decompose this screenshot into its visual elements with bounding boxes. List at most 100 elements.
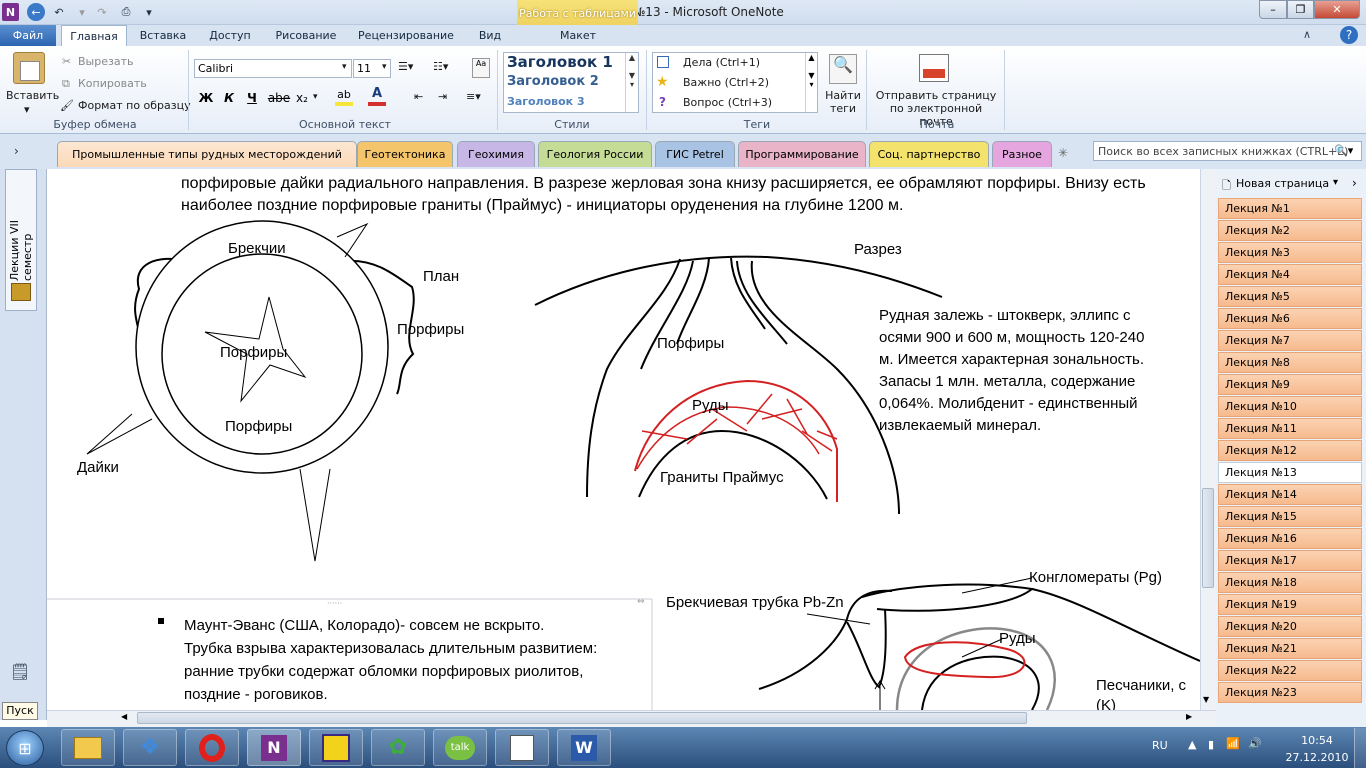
- page-canvas[interactable]: порфировые дайки радиального направления…: [47, 169, 1200, 710]
- page-item[interactable]: Лекция №20: [1218, 616, 1362, 637]
- page-item[interactable]: Лекция №17: [1218, 550, 1362, 571]
- paste-button[interactable]: Вставить: [6, 89, 59, 102]
- tab-review[interactable]: Рецензирование: [350, 25, 462, 46]
- battery-icon[interactable]: ▮: [1208, 738, 1214, 751]
- close-button[interactable]: ✕: [1314, 0, 1360, 19]
- tab-file[interactable]: Файл: [0, 25, 56, 46]
- underline-button[interactable]: Ч: [242, 89, 262, 107]
- dropbox-taskbar-icon[interactable]: ❖: [123, 729, 177, 766]
- label-porfiry-center[interactable]: Порфиры: [220, 344, 287, 361]
- talk-taskbar-icon[interactable]: talk: [433, 729, 487, 766]
- subscript-dropdown-icon[interactable]: ▾: [313, 92, 318, 102]
- section-tab-geotectonics[interactable]: Геотектоника: [357, 141, 453, 167]
- paste-icon[interactable]: [13, 52, 45, 84]
- strikethrough-button[interactable]: abe: [266, 89, 292, 107]
- font-color-icon[interactable]: A: [368, 86, 386, 106]
- find-tags-button[interactable]: Найти теги: [824, 89, 862, 115]
- minimize-button[interactable]: –: [1259, 0, 1287, 19]
- section-tab-ore-deposits[interactable]: Промышленные типы рудных месторождений: [57, 141, 357, 167]
- page-item[interactable]: Лекция №11: [1218, 418, 1362, 439]
- tab-home[interactable]: Главная: [61, 25, 127, 46]
- page-item[interactable]: Лекция №19: [1218, 594, 1362, 615]
- new-section-icon[interactable]: ✳: [1058, 146, 1068, 160]
- label-peschaniki[interactable]: Песчаники, с: [1096, 677, 1186, 694]
- page-item[interactable]: Лекция №21: [1218, 638, 1362, 659]
- page-item[interactable]: Лекция №1: [1218, 198, 1362, 219]
- collapse-pages-icon[interactable]: ›: [1352, 176, 1357, 190]
- volume-icon[interactable]: 🔊: [1248, 737, 1262, 750]
- word-taskbar-icon[interactable]: W: [557, 729, 611, 766]
- vertical-scroll-thumb[interactable]: [1202, 488, 1214, 588]
- page-item[interactable]: Лекция №4: [1218, 264, 1362, 285]
- copy-button[interactable]: Копировать: [78, 77, 147, 90]
- app-taskbar-icon[interactable]: [309, 729, 363, 766]
- label-brekchii[interactable]: Брекчии: [228, 240, 286, 257]
- start-button[interactable]: ⊞: [6, 730, 44, 766]
- page-item[interactable]: Лекция №14: [1218, 484, 1362, 505]
- tab-view[interactable]: Вид: [465, 25, 515, 46]
- style-heading-3[interactable]: Заголовок 3: [507, 95, 585, 108]
- font-size-dropdown-icon[interactable]: ▾: [382, 62, 387, 72]
- description-block[interactable]: Рудная залежь - штокверк, эллипс с осями…: [879, 305, 1189, 437]
- bold-button[interactable]: Ж: [196, 89, 216, 107]
- label-porfiry-bottom[interactable]: Порфиры: [225, 418, 292, 435]
- label-k[interactable]: (K): [1096, 697, 1116, 710]
- page-item[interactable]: Лекция №16: [1218, 528, 1362, 549]
- label-rudy-2[interactable]: Руды: [999, 630, 1036, 647]
- tray-expand-icon[interactable]: ▲: [1188, 738, 1196, 751]
- tags-scroll-icon[interactable]: ▲ ▼ ▾: [805, 53, 817, 112]
- format-painter-button[interactable]: Формат по образцу: [78, 99, 191, 112]
- label-konglomeraty[interactable]: Конгломераты (Pg): [1029, 569, 1162, 586]
- network-icon[interactable]: 📶: [1226, 737, 1240, 750]
- scroll-down-icon[interactable]: ▼: [1203, 695, 1209, 704]
- page-item[interactable]: Лекция №7: [1218, 330, 1362, 351]
- expand-navigation-icon[interactable]: ›: [14, 144, 19, 158]
- page-item[interactable]: Лекция №2: [1218, 220, 1362, 241]
- label-granity[interactable]: Граниты Праймус: [660, 469, 784, 486]
- show-desktop-button[interactable]: [1354, 728, 1366, 768]
- decrease-indent-icon[interactable]: ⇤: [414, 90, 423, 103]
- page-item[interactable]: Лекция №22: [1218, 660, 1362, 681]
- tab-layout[interactable]: Макет: [522, 25, 634, 46]
- subscript-button[interactable]: x₂: [292, 89, 312, 107]
- page-item[interactable]: Лекция №12: [1218, 440, 1362, 461]
- label-razrez[interactable]: Разрез: [854, 241, 902, 258]
- restore-button[interactable]: ❐: [1287, 0, 1314, 19]
- section-tab-gis-petrel[interactable]: ГИС Petrel: [655, 141, 735, 167]
- page-item[interactable]: Лекция №10: [1218, 396, 1362, 417]
- opera-taskbar-icon[interactable]: [185, 729, 239, 766]
- page-item[interactable]: Лекция №8: [1218, 352, 1362, 373]
- page-item-active[interactable]: Лекция №13: [1218, 462, 1362, 483]
- tag-todo[interactable]: Дела (Ctrl+1): [683, 56, 760, 69]
- section-tab-misc[interactable]: Разное: [992, 141, 1052, 167]
- increase-indent-icon[interactable]: ⇥: [438, 90, 447, 103]
- tag-important[interactable]: Важно (Ctrl+2): [683, 76, 769, 89]
- highlight-icon[interactable]: ab: [335, 88, 353, 106]
- cut-button[interactable]: Вырезать: [78, 55, 133, 68]
- font-name-combo[interactable]: Calibri: [194, 59, 352, 78]
- numbering-icon[interactable]: ☷▾: [433, 60, 448, 73]
- style-heading-2[interactable]: Заголовок 2: [507, 74, 599, 89]
- new-page-button[interactable]: Новая страница: [1236, 177, 1329, 190]
- label-porfiry-right[interactable]: Порфиры: [397, 321, 464, 338]
- section-tab-geochemistry[interactable]: Геохимия: [457, 141, 535, 167]
- bullets-icon[interactable]: ☰▾: [398, 60, 413, 73]
- page-item[interactable]: Лекция №18: [1218, 572, 1362, 593]
- bullet-block[interactable]: Маунт-Эванс (США, Колорадо)- совсем не в…: [184, 614, 654, 706]
- unfiled-notes-icon[interactable]: 🗒: [10, 662, 30, 681]
- ribbon-collapse-icon[interactable]: ∧: [1303, 28, 1311, 41]
- email-page-icon[interactable]: [919, 54, 949, 82]
- tag-question[interactable]: Вопрос (Ctrl+3): [683, 96, 772, 109]
- label-section-rudy[interactable]: Руды: [692, 397, 729, 414]
- clear-formatting-icon[interactable]: Aa: [472, 58, 490, 78]
- scroll-right-icon[interactable]: ▶: [1186, 712, 1192, 721]
- document-taskbar-icon[interactable]: [495, 729, 549, 766]
- search-input[interactable]: Поиск во всех записных книжках (CTRL+E): [1093, 141, 1362, 161]
- page-item[interactable]: Лекция №9: [1218, 374, 1362, 395]
- label-plan[interactable]: План: [423, 268, 459, 285]
- scroll-left-icon[interactable]: ◀: [121, 712, 127, 721]
- section-tab-social[interactable]: Соц. партнерство: [869, 141, 989, 167]
- page-item[interactable]: Лекция №23: [1218, 682, 1362, 703]
- new-page-dropdown-icon[interactable]: ▾: [1333, 177, 1338, 188]
- explorer-taskbar-icon[interactable]: [61, 729, 115, 766]
